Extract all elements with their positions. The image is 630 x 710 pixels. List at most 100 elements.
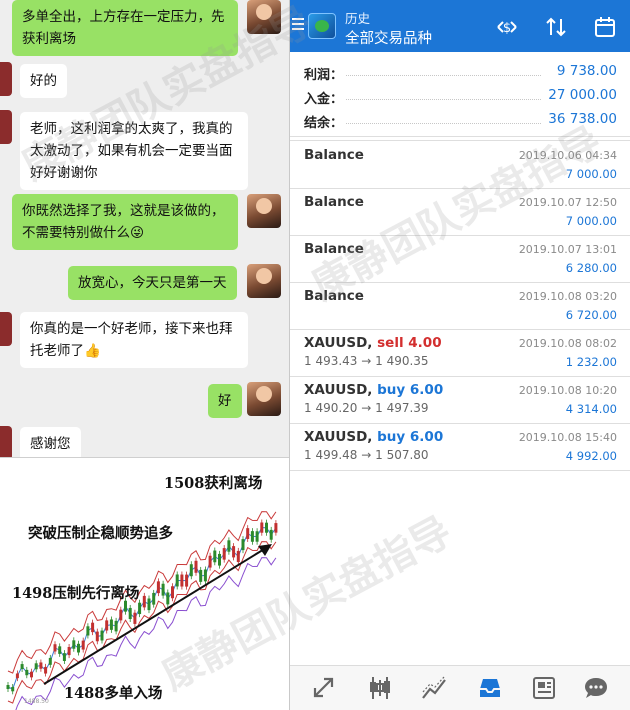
item-date: 2019.10.08 03:20 (518, 290, 617, 303)
item-amount: 6 720.00 (565, 308, 617, 322)
history-item-deal[interactable]: XAUUSD, buy 6.00 1 490.20 → 1 497.39 201… (290, 378, 630, 424)
teacher-avatar[interactable] (247, 264, 281, 298)
summary-label: 结余： (304, 116, 344, 131)
candle-body (53, 644, 57, 652)
annotation-take-profit: 1508获利离场 (164, 475, 263, 492)
deal-symbol: XAUUSD, (304, 382, 373, 398)
chat-bubble-2: 好的 (20, 64, 67, 98)
sort-icon[interactable] (543, 14, 569, 40)
candle-body (199, 569, 203, 582)
item-amount: 6 280.00 (565, 261, 617, 275)
candle-body (30, 671, 33, 678)
deal-prices: 1 490.20 → 1 497.39 (304, 401, 429, 415)
candle-body (241, 539, 245, 551)
candle-body (91, 622, 95, 633)
chat-bubble-7: 好 (208, 384, 242, 418)
symbol-filter[interactable]: 全部交易品种 (345, 27, 432, 48)
client-avatar[interactable] (0, 312, 12, 346)
candle-body (147, 598, 151, 611)
candle-body (20, 664, 24, 670)
candle-body (250, 531, 254, 542)
item-amount: 7 000.00 (565, 167, 617, 181)
client-avatar[interactable] (0, 62, 12, 96)
deal-side-volume: buy 6.00 (377, 429, 444, 445)
balance-value: 36 738.00 (548, 111, 617, 127)
teacher-avatar[interactable] (247, 0, 281, 34)
summary-deposit-row: 入金： 27 000.00 (290, 84, 630, 108)
news-icon[interactable] (530, 674, 558, 702)
candle-body (208, 555, 212, 568)
item-date: 2019.10.08 15:40 (518, 431, 617, 444)
metatrader-logo-icon (308, 13, 336, 39)
candle-body (152, 592, 156, 605)
candle-body (274, 523, 278, 533)
candlestick-icon[interactable] (366, 674, 394, 702)
calendar-icon[interactable] (592, 14, 618, 40)
candle-body (185, 574, 189, 587)
candle-body (6, 685, 10, 689)
history-item-balance[interactable]: Balance 2019.10.07 12:50 7 000.00 (290, 190, 630, 236)
chat-icon[interactable] (582, 674, 610, 702)
item-amount: 1 232.00 (565, 355, 617, 369)
history-item-balance[interactable]: Balance 2019.10.08 03:20 6 720.00 (290, 284, 630, 330)
item-title: Balance (304, 241, 364, 257)
candle-body (128, 607, 132, 620)
summary-label: 利润： (304, 68, 344, 83)
candle-body (39, 662, 43, 669)
client-avatar[interactable] (0, 110, 12, 144)
candle-body (77, 643, 80, 653)
history-item-deal[interactable]: XAUUSD, buy 6.00 1 499.48 → 1 507.80 201… (290, 425, 630, 471)
trend-arrow-line (43, 547, 267, 685)
history-item-deal[interactable]: XAUUSD, sell 4.00 1 493.43 → 1 490.35 20… (290, 331, 630, 377)
menu-icon[interactable] (292, 18, 304, 30)
svg-text:$: $ (503, 21, 511, 36)
candle-body (189, 564, 193, 577)
chat-bubble-8: 感谢您 (20, 427, 81, 457)
candle-body (133, 612, 137, 624)
candle-body (222, 548, 226, 560)
candle-body (11, 686, 15, 692)
history-inbox-icon[interactable] (476, 674, 504, 702)
teacher-avatar[interactable] (247, 382, 281, 416)
trade-arrows-icon[interactable] (310, 674, 338, 702)
candle-body (255, 531, 259, 542)
candle-body (142, 595, 146, 608)
candle-body (62, 653, 66, 661)
item-date: 2019.10.07 12:50 (518, 196, 617, 209)
summary-label: 入金： (304, 92, 344, 107)
candle-body (203, 569, 207, 582)
history-item-balance[interactable]: Balance 2019.10.06 04:34 7 000.00 (290, 143, 630, 189)
chat-panel: 多单全出，上方存在一定压力，先获利离场 好的 老师，这利润拿的太爽了，我真的太激… (0, 0, 289, 457)
dotted-leader (346, 123, 541, 124)
teacher-avatar[interactable] (247, 194, 281, 228)
candle-body (156, 581, 160, 594)
candle-body (194, 560, 198, 573)
deal-symbol: XAUUSD, (304, 335, 373, 351)
currency-exchange-icon[interactable]: $ (494, 14, 520, 40)
candle-body (25, 669, 29, 676)
candle-body (236, 550, 240, 563)
item-date: 2019.10.07 13:01 (518, 243, 617, 256)
summary-divider (290, 140, 630, 141)
mt4-history-screen: 历史 全部交易品种 $ 利润： 9 738.00 入金： 27 000.00 结… (289, 0, 630, 710)
item-date: 2019.10.08 10:20 (518, 384, 617, 397)
chart-line-icon[interactable] (420, 674, 448, 702)
history-item-balance[interactable]: Balance 2019.10.07 13:01 6 280.00 (290, 237, 630, 283)
candle-body (100, 630, 104, 641)
annotation-entry: 1488多单入场 (64, 685, 163, 702)
candle-body (260, 522, 264, 533)
candle-body (105, 620, 109, 631)
client-avatar[interactable] (0, 426, 12, 457)
deal-title: XAUUSD, buy 6.00 (304, 382, 443, 398)
app-bar: 历史 全部交易品种 $ (290, 0, 630, 52)
candle-body (114, 620, 118, 632)
chat-bubble-5: 放宽心，今天只是第一天 (68, 266, 237, 300)
candle-body (166, 592, 170, 605)
candle-body (95, 631, 99, 642)
item-title: Balance (304, 288, 364, 304)
summary-profit-row: 利润： 9 738.00 (290, 60, 630, 84)
chat-bubble-1: 多单全出，上方存在一定压力，先获利离场 (12, 0, 238, 56)
deal-prices: 1 499.48 → 1 507.80 (304, 448, 429, 462)
deal-side-volume: sell 4.00 (377, 335, 442, 351)
candle-body (15, 673, 19, 679)
